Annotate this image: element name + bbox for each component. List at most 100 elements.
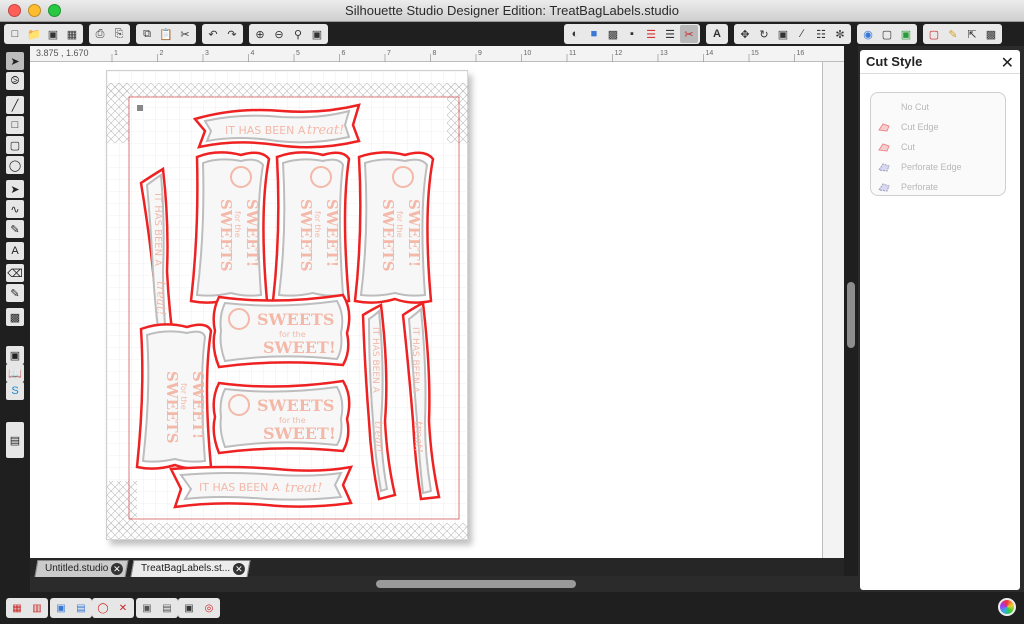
library-panel-icon[interactable]: 📖 [6, 364, 24, 382]
sketch-icon[interactable]: ✎ [944, 25, 962, 43]
close-tab-icon[interactable]: ✕ [111, 563, 124, 575]
trace-icon[interactable]: ◉ [859, 25, 877, 43]
page[interactable]: IT HAS BEEN A treat! IT HAS BEEN A treat… [106, 70, 469, 541]
send-back-icon[interactable]: ▤ [158, 599, 176, 617]
make-compound-icon[interactable]: ◯ [94, 599, 112, 617]
fullscreen-icon[interactable]: ⇱ [963, 25, 981, 43]
bag-label-5[interactable]: SWEETS for the SWEET! [212, 379, 351, 455]
option-cut[interactable]: Cut [871, 137, 1005, 157]
print-icon[interactable]: ⎙ [91, 25, 109, 43]
ruler-tick-label: 13 [660, 50, 668, 57]
ellipse-tool-icon[interactable]: ◯ [6, 156, 24, 174]
modify-icon[interactable]: ✼ [831, 25, 849, 43]
save-icon[interactable]: ▣ [44, 25, 62, 43]
option-cut-edge[interactable]: Cut Edge [871, 117, 1005, 137]
close-panel-icon[interactable]: ✕ [1001, 53, 1014, 73]
pattern-icon[interactable]: ▩ [604, 25, 622, 43]
document-tabs: Untitled.studio ✕ TreatBagLabels.st... ✕ [30, 558, 844, 577]
fit-page-icon[interactable]: ▣ [308, 25, 326, 43]
vertical-scrollbar[interactable] [844, 46, 858, 576]
page-setup-icon[interactable]: ▢ [878, 25, 896, 43]
registration-marks-icon[interactable]: ▢ [925, 25, 943, 43]
deselect-icon[interactable]: ▥ [28, 599, 46, 617]
new-file-icon[interactable]: □ [6, 25, 24, 43]
rectangle-tool-icon[interactable]: □ [6, 116, 24, 134]
rounded-rect-tool-icon[interactable]: ▢ [6, 136, 24, 154]
paint-tool-icon[interactable]: ▩ [6, 308, 24, 326]
print-cut-icon[interactable]: ⎘ [110, 25, 128, 43]
line-tool-icon[interactable]: ╱ [6, 96, 24, 114]
copy-icon[interactable]: ⧉ [138, 25, 156, 43]
labels-artwork[interactable]: IT HAS BEEN A treat! IT HAS BEEN A treat… [107, 71, 469, 541]
svg-text:IT HAS BEEN A: IT HAS BEEN A [199, 481, 280, 494]
release-compound-icon[interactable]: ✕ [114, 599, 132, 617]
grid-icon[interactable]: ▣ [897, 25, 915, 43]
color-wheel-icon[interactable] [998, 598, 1016, 616]
move-icon[interactable]: ✥ [736, 25, 754, 43]
option-perforate[interactable]: Perforate [871, 177, 1005, 197]
select-all-icon[interactable]: ▦ [8, 599, 26, 617]
text-group: A [706, 24, 728, 44]
line-style-icon[interactable]: ☰ [661, 25, 679, 43]
zoom-out-icon[interactable]: ⊖ [270, 25, 288, 43]
misc-group: ▣ ◎ [178, 598, 220, 618]
cut-style-icon[interactable]: ✂ [680, 25, 698, 43]
horizontal-scroll-thumb[interactable] [376, 580, 576, 588]
layers-panel-icon[interactable]: ▤ [6, 422, 24, 458]
design-canvas[interactable]: 3.875 , 1.670 1 2 3 4 5 6 7 8 9 10 11 12 13 14 15 16 [30, 46, 844, 576]
knife-tool-icon[interactable]: ✎ [6, 284, 24, 302]
minimize-window-button[interactable] [28, 4, 41, 17]
bag-label-3[interactable]: SWEETS for the SWEET! [353, 151, 435, 304]
svg-text:for the: for the [313, 211, 322, 238]
bag-label-1[interactable]: SWEETS for the SWEET! [189, 151, 271, 304]
option-perforate-edge[interactable]: Perforate Edge [871, 157, 1005, 177]
banner-label-bottom[interactable]: IT HAS BEEN A treat! [169, 465, 354, 509]
eraser-tool-icon[interactable]: ⌫ [6, 264, 24, 282]
close-tab-icon[interactable]: ✕ [233, 563, 246, 575]
group-icon[interactable]: ▣ [52, 599, 70, 617]
bag-label-4[interactable]: SWEETS for the SWEET! [212, 293, 351, 369]
zoom-window-button[interactable] [48, 4, 61, 17]
target-icon[interactable]: ◎ [200, 599, 218, 617]
shear-icon[interactable]: ∕ [793, 25, 811, 43]
option-no-cut[interactable]: No Cut [871, 97, 1005, 117]
show-cut-area-icon[interactable]: ▣ [6, 346, 24, 364]
ruler-tick-label: 5 [296, 50, 300, 57]
online-store-icon[interactable]: S [6, 382, 24, 400]
text-tool-icon[interactable]: A [6, 242, 24, 260]
text-style-icon[interactable]: A [708, 25, 726, 43]
cut-scissors-icon[interactable]: ✂ [176, 25, 194, 43]
paste-icon[interactable]: 📋 [157, 25, 175, 43]
tab-untitled[interactable]: Untitled.studio ✕ [34, 560, 129, 577]
ungroup-icon[interactable]: ▤ [72, 599, 90, 617]
polygon-tool-icon[interactable]: ➤ [6, 180, 24, 198]
send-to-cutter-icon[interactable]: ▩ [982, 25, 1000, 43]
replicate-icon[interactable]: ☷ [812, 25, 830, 43]
scale-icon[interactable]: ▣ [774, 25, 792, 43]
zoom-in-icon[interactable]: ⊕ [251, 25, 269, 43]
select-tool-icon[interactable]: ➤ [6, 52, 24, 70]
edit-points-icon[interactable]: ⧁ [6, 72, 24, 90]
svg-text:treat!: treat! [372, 421, 385, 453]
vertical-scroll-thumb[interactable] [847, 282, 855, 348]
close-window-button[interactable] [8, 4, 21, 17]
bag-label-6[interactable]: SWEETS for the SWEET! [135, 323, 213, 470]
bag-label-2[interactable]: SWEETS for the SWEET! [271, 151, 351, 304]
fill-color-icon[interactable]: ◐ [566, 25, 584, 43]
svg-text:SWEETS: SWEETS [257, 310, 334, 329]
zoom-select-icon[interactable]: ⚲ [289, 25, 307, 43]
line-color-icon[interactable]: ☰ [642, 25, 660, 43]
ruler-tick-label: 14 [706, 50, 714, 57]
gradient-icon[interactable]: ■ [585, 25, 603, 43]
tab-treatbaglabels[interactable]: TreatBagLabels.st... ✕ [130, 560, 251, 577]
curve-tool-icon[interactable]: ∿ [6, 200, 24, 218]
redo-icon[interactable]: ↷ [223, 25, 241, 43]
rotate-icon[interactable]: ↻ [755, 25, 773, 43]
undo-icon[interactable]: ↶ [204, 25, 222, 43]
bring-forward-icon[interactable]: ▣ [138, 599, 156, 617]
open-file-icon[interactable]: 📁 [25, 25, 43, 43]
offset-icon[interactable]: ▣ [180, 599, 198, 617]
freehand-tool-icon[interactable]: ✎ [6, 220, 24, 238]
fill-pattern-icon[interactable]: ▪ [623, 25, 641, 43]
library-icon[interactable]: ▦ [63, 25, 81, 43]
